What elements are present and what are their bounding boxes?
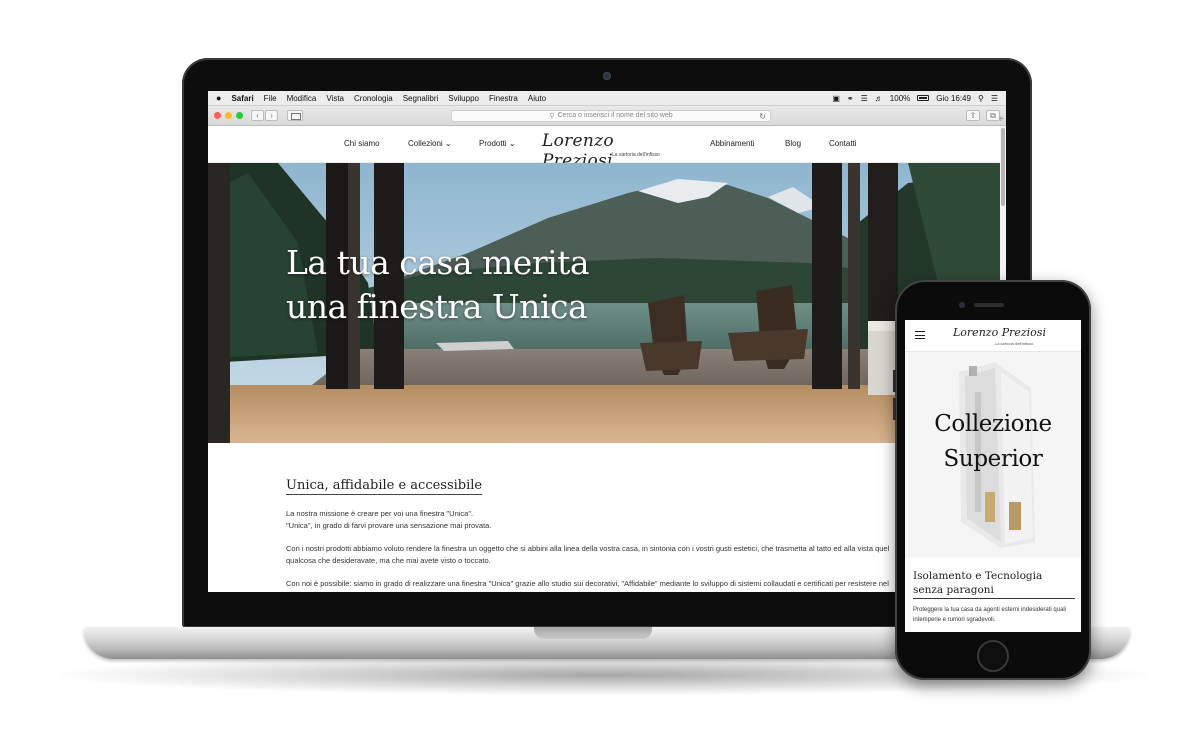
chevron-down-icon: ⌄: [508, 139, 516, 148]
safari-toolbar: ‹ › ⚲ Cerca o inserisci il nome del sito…: [208, 106, 1006, 126]
mobile-hero-title: Collezione Superior: [905, 407, 1081, 477]
forward-button[interactable]: ›: [265, 110, 278, 121]
mobile-logo-name[interactable]: Lorenzo Preziosi: [953, 326, 1046, 339]
battery-icon[interactable]: [917, 95, 930, 101]
address-placeholder: Cerca o inserisci il nome del sito web: [557, 112, 673, 119]
phone-volume-button: [893, 398, 896, 420]
menu-safari[interactable]: Safari: [231, 94, 253, 103]
minimize-window-button[interactable]: [225, 112, 232, 119]
menu-segnalibri[interactable]: Segnalibri: [403, 94, 439, 103]
site-header: Chi siamo Collezioni ⌄ Prodotti ⌄ Lorenz…: [208, 126, 1000, 171]
mobile-hero-line-1: Collezione: [934, 411, 1052, 437]
address-search-icon: ⚲: [549, 112, 555, 120]
mac-menubar: ● Safari File Modifica Vista Cronologia …: [208, 91, 1006, 106]
scrollbar-thumb[interactable]: [1001, 128, 1005, 206]
nav-chi-siamo[interactable]: Chi siamo: [344, 139, 380, 148]
phone-camera: [959, 302, 965, 308]
laptop-camera: [603, 72, 611, 80]
hero-title-line-2: una finestra Unica: [286, 287, 588, 326]
close-window-button[interactable]: [214, 112, 221, 119]
new-tab-button[interactable]: +: [996, 115, 1006, 126]
wifi-icon[interactable]: ☰: [861, 94, 868, 103]
paragraph-1-line-1: La nostra missione è creare per voi una …: [286, 509, 474, 518]
menu-vista[interactable]: Vista: [326, 94, 344, 103]
apple-logo-icon[interactable]: ●: [216, 93, 221, 103]
notification-center-icon[interactable]: ☰: [991, 94, 998, 103]
paragraph-1-line-2: "Unica", in grado di farvi provare una s…: [286, 521, 492, 530]
status-app-icon[interactable]: ▣: [832, 94, 840, 103]
phone-screen: Lorenzo Preziosi La sartoria dell'infiss…: [905, 320, 1081, 632]
back-button[interactable]: ‹: [251, 110, 264, 121]
menubar-status-area: ▣ ⚭ ☰ ♬ 100% Gio 16:49 ⚲ ☰: [832, 94, 998, 103]
nav-prodotti-label: Prodotti: [479, 139, 507, 148]
sidebar-toggle-button[interactable]: [287, 110, 303, 121]
laptop-screen: ● Safari File Modifica Vista Cronologia …: [208, 91, 1006, 592]
hamburger-menu-icon[interactable]: [915, 331, 925, 339]
menu-modifica[interactable]: Modifica: [287, 94, 317, 103]
main-content: Unica, affidabile e accessibile La nostr…: [286, 476, 926, 592]
hero-title-line-1: La tua casa merita: [286, 243, 590, 282]
menu-cronologia[interactable]: Cronologia: [354, 94, 393, 103]
nav-contatti[interactable]: Contatti: [829, 139, 857, 148]
spotlight-search-icon[interactable]: ⚲: [978, 94, 984, 103]
intro-paragraphs: La nostra missione è creare per voi una …: [286, 508, 926, 592]
mobile-header: Lorenzo Preziosi La sartoria dell'infiss…: [905, 320, 1081, 352]
hero-title: La tua casa merita una finestra Unica: [286, 241, 590, 329]
creative-cloud-icon[interactable]: ⚭: [847, 94, 854, 103]
menu-sviluppo[interactable]: Sviluppo: [448, 94, 479, 103]
zoom-window-button[interactable]: [236, 112, 243, 119]
mobile-hero-line-2: Superior: [943, 446, 1043, 472]
reload-icon[interactable]: ↻: [759, 112, 766, 121]
paragraph-3: Con noi è possibile: siamo in grado di r…: [286, 579, 889, 592]
nav-abbinamenti[interactable]: Abbinamenti: [710, 139, 754, 148]
menu-finestra[interactable]: Finestra: [489, 94, 518, 103]
volume-icon[interactable]: ♬: [875, 94, 883, 103]
menu-aiuto[interactable]: Aiuto: [528, 94, 546, 103]
section-title: Unica, affidabile e accessibile: [286, 478, 483, 495]
battery-percent: 100%: [889, 93, 911, 103]
laptop-notch: [534, 627, 652, 639]
nav-collezioni-label: Collezioni: [408, 139, 443, 148]
menubar-clock[interactable]: Gio 16:49: [936, 94, 971, 103]
nav-collezioni[interactable]: Collezioni ⌄: [408, 139, 452, 148]
phone-volume-button: [893, 370, 896, 392]
paragraph-1: La nostra missione è creare per voi una …: [286, 508, 906, 532]
chevron-down-icon: ⌄: [444, 139, 452, 148]
logo-tagline: La sartoria dell'infisso: [612, 152, 660, 158]
paragraph-2: Con i nostri prodotti abbiamo voluto ren…: [286, 544, 890, 565]
mobile-hero: Collezione Superior: [905, 352, 1081, 558]
phone-speaker: [974, 303, 1004, 307]
mobile-paragraph: Proteggere la tua casa da agenti esterni…: [913, 607, 1067, 623]
mobile-section-title: Isolamento e Tecnologia senza paragoni: [913, 569, 1075, 599]
menu-file[interactable]: File: [264, 94, 277, 103]
nav-blog[interactable]: Blog: [785, 139, 801, 148]
address-bar[interactable]: ⚲ Cerca o inserisci il nome del sito web…: [451, 109, 771, 122]
nav-prodotti[interactable]: Prodotti ⌄: [479, 139, 516, 148]
hero-banner: La tua casa merita una finestra Unica: [208, 163, 1000, 443]
share-icon[interactable]: ⇧: [966, 110, 980, 121]
phone-home-button[interactable]: [977, 640, 1009, 672]
window-controls: [214, 112, 243, 119]
site-logo[interactable]: Lorenzo Preziosi La sartoria dell'infiss…: [542, 130, 672, 171]
mobile-logo-tagline: La sartoria dell'infisso: [995, 341, 1034, 346]
